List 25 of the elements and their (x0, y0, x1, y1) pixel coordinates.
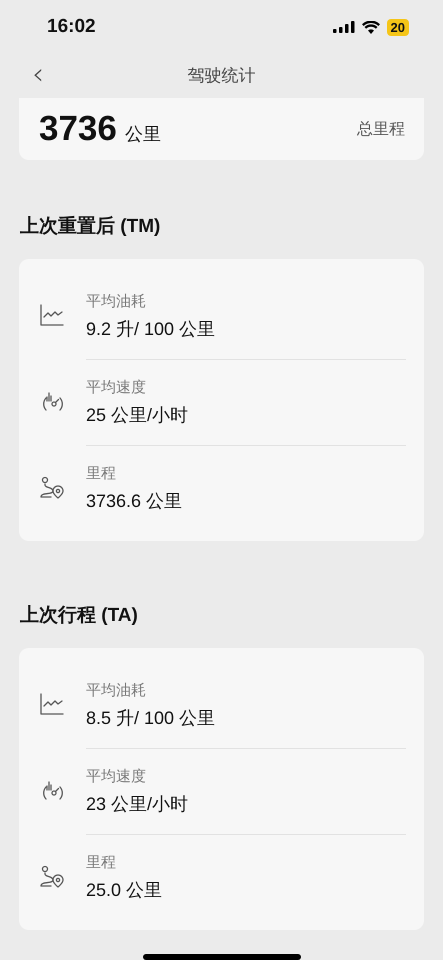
total-value: 3736 (39, 109, 117, 150)
back-button[interactable]: ‹ (26, 58, 50, 92)
status-time: 16:02 (47, 16, 96, 38)
stat-value: 23 公里/小时 (86, 793, 190, 816)
stat-value: 3736.6 公里 (86, 490, 184, 514)
signal-icon (332, 21, 355, 34)
stat-value: 8.5 升/ 100 公里 (86, 706, 216, 730)
stat-value: 25.0 公里 (86, 879, 164, 902)
total-unit: 公里 (124, 123, 161, 146)
route-icon (38, 475, 66, 502)
stat-label: 平均油耗 (86, 680, 147, 700)
stat-value: 9.2 升/ 100 公里 (86, 318, 216, 341)
section-title: 上次行程 (TA) (20, 604, 139, 628)
page-title: 驾驶统计 (188, 65, 256, 87)
total-label: 总里程 (357, 120, 405, 140)
stat-label: 里程 (86, 853, 117, 872)
stat-value: 25 公里/小时 (86, 404, 190, 428)
stat-label: 平均油耗 (86, 292, 147, 311)
battery-icon: 20 (386, 18, 409, 36)
route-icon (38, 864, 66, 890)
stat-label: 平均速度 (86, 767, 147, 786)
stat-label: 里程 (86, 464, 117, 484)
wifi-icon (362, 20, 380, 34)
stat-label: 平均速度 (86, 378, 147, 398)
section-title: 上次重置后 (TM) (20, 214, 162, 240)
